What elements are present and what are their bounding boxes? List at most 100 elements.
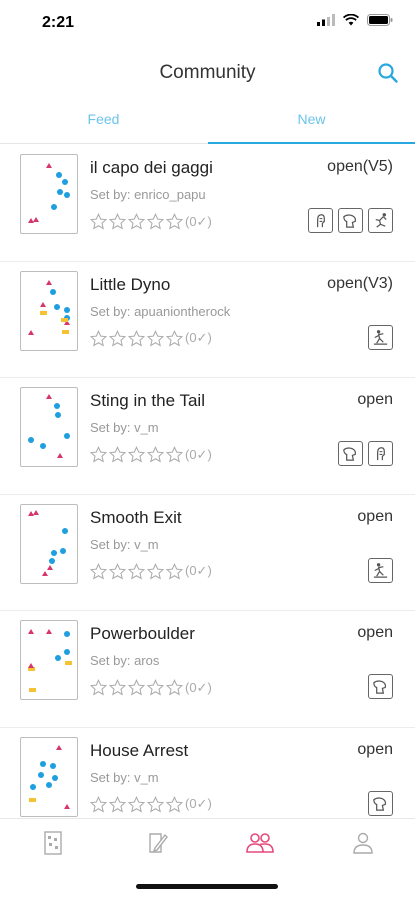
community-icon — [246, 833, 274, 853]
tab-log[interactable] — [142, 829, 172, 857]
star-icon — [128, 562, 145, 579]
header: Community — [0, 58, 415, 92]
list-item[interactable]: Smooth Exit Set by: v_m (0✓) open — [0, 495, 415, 611]
problem-thumbnail — [20, 736, 78, 817]
star-icon — [147, 795, 164, 812]
star-icon — [109, 329, 126, 346]
status-time: 2:21 — [42, 14, 75, 31]
sloper-tag-icon — [368, 674, 393, 699]
list-item[interactable]: Sting in the Tail Set by: v_m (0✓) open — [0, 378, 415, 495]
crimp-tag-icon — [368, 441, 393, 466]
active-tab-indicator — [208, 142, 415, 144]
ascent-count: (0✓) — [185, 796, 212, 811]
style-tags — [368, 557, 393, 583]
problem-name: il capo dei gaggi — [90, 158, 213, 177]
home-indicator[interactable] — [136, 884, 278, 889]
problem-thumbnail — [20, 387, 78, 467]
wall-icon — [44, 831, 62, 855]
rating-stars: (0✓) — [90, 446, 212, 463]
problem-thumbnail — [20, 154, 78, 234]
style-tags — [368, 324, 393, 350]
ascent-count: (0✓) — [185, 563, 212, 578]
list-item[interactable]: Powerboulder Set by: aros (0✓) open — [0, 611, 415, 728]
style-tags — [368, 674, 393, 699]
problem-setter: Set by: apuaniontherock — [90, 303, 231, 319]
star-icon — [166, 795, 183, 812]
rating-stars: (0✓) — [90, 329, 212, 347]
star-icon — [128, 795, 145, 812]
search-icon — [378, 63, 398, 83]
star-icon — [128, 446, 145, 463]
ascent-count: (0✓) — [185, 213, 212, 229]
problem-name: Powerboulder — [90, 624, 195, 643]
tab-profile[interactable] — [348, 829, 378, 857]
bottom-tab-bar — [0, 818, 415, 868]
status-bar: 2:21 — [0, 0, 415, 44]
star-icon — [128, 213, 145, 230]
page-title: Community — [159, 62, 256, 83]
tab-wall[interactable] — [38, 829, 68, 857]
star-icon — [109, 795, 126, 812]
problem-grade: open — [357, 740, 393, 758]
problem-grade: open — [357, 507, 393, 525]
style-tags — [308, 208, 393, 233]
rating-stars: (0✓) — [90, 213, 212, 230]
problem-setter: Set by: enrico_papu — [90, 187, 206, 202]
sloper-tag-icon — [338, 208, 363, 233]
problem-grade: open(V3) — [327, 274, 393, 292]
problem-thumbnail — [20, 503, 78, 584]
problem-name: Little Dyno — [90, 274, 171, 294]
problem-grade: open(V5) — [327, 158, 393, 175]
problem-name: Smooth Exit — [90, 507, 182, 527]
problem-list: il capo dei gaggi Set by: enrico_papu (0… — [0, 145, 415, 844]
problem-grade: open — [357, 624, 393, 641]
problem-grade: open — [357, 391, 393, 408]
sloper-tag-icon — [368, 790, 393, 816]
star-icon — [90, 446, 107, 463]
problem-setter: Set by: v_m — [90, 769, 159, 785]
battery-icon — [367, 14, 393, 26]
star-icon — [128, 329, 145, 346]
dyno-tag-icon — [368, 208, 393, 233]
tab-community[interactable] — [244, 829, 274, 857]
problem-name: House Arrest — [90, 740, 189, 760]
problem-setter: Set by: v_m — [90, 420, 159, 435]
profile-icon — [353, 832, 373, 854]
list-item[interactable]: Little Dyno Set by: apuaniontherock (0✓)… — [0, 262, 415, 378]
wifi-icon — [343, 14, 359, 26]
style-tags — [368, 790, 393, 816]
star-icon — [147, 446, 164, 463]
star-icon — [166, 213, 183, 230]
rating-stars: (0✓) — [90, 562, 212, 580]
search-button[interactable] — [377, 62, 399, 89]
star-icon — [147, 213, 164, 230]
tab-new[interactable]: New — [208, 111, 415, 127]
climber-tag-icon — [368, 324, 393, 350]
star-icon — [147, 562, 164, 579]
sloper-tag-icon — [338, 441, 363, 466]
log-icon — [149, 833, 168, 853]
star-icon — [166, 446, 183, 463]
problem-thumbnail — [20, 620, 78, 700]
rating-stars: (0✓) — [90, 795, 212, 813]
star-icon — [109, 562, 126, 579]
list-item[interactable]: il capo dei gaggi Set by: enrico_papu (0… — [0, 145, 415, 262]
climber-tag-icon — [368, 557, 393, 583]
tab-feed[interactable]: Feed — [0, 111, 207, 127]
crimp-tag-icon — [308, 208, 333, 233]
star-icon — [90, 562, 107, 579]
star-icon — [90, 679, 107, 696]
ascent-count: (0✓) — [185, 679, 212, 695]
problem-thumbnail — [20, 270, 78, 351]
star-icon — [109, 446, 126, 463]
ascent-count: (0✓) — [185, 330, 212, 345]
problem-setter: Set by: v_m — [90, 536, 159, 552]
star-icon — [128, 679, 145, 696]
star-icon — [90, 795, 107, 812]
star-icon — [90, 213, 107, 230]
status-icons — [317, 14, 393, 26]
style-tags — [338, 441, 393, 466]
star-icon — [166, 679, 183, 696]
ascent-count: (0✓) — [185, 446, 212, 462]
segment-tabs: Feed New — [0, 108, 415, 144]
